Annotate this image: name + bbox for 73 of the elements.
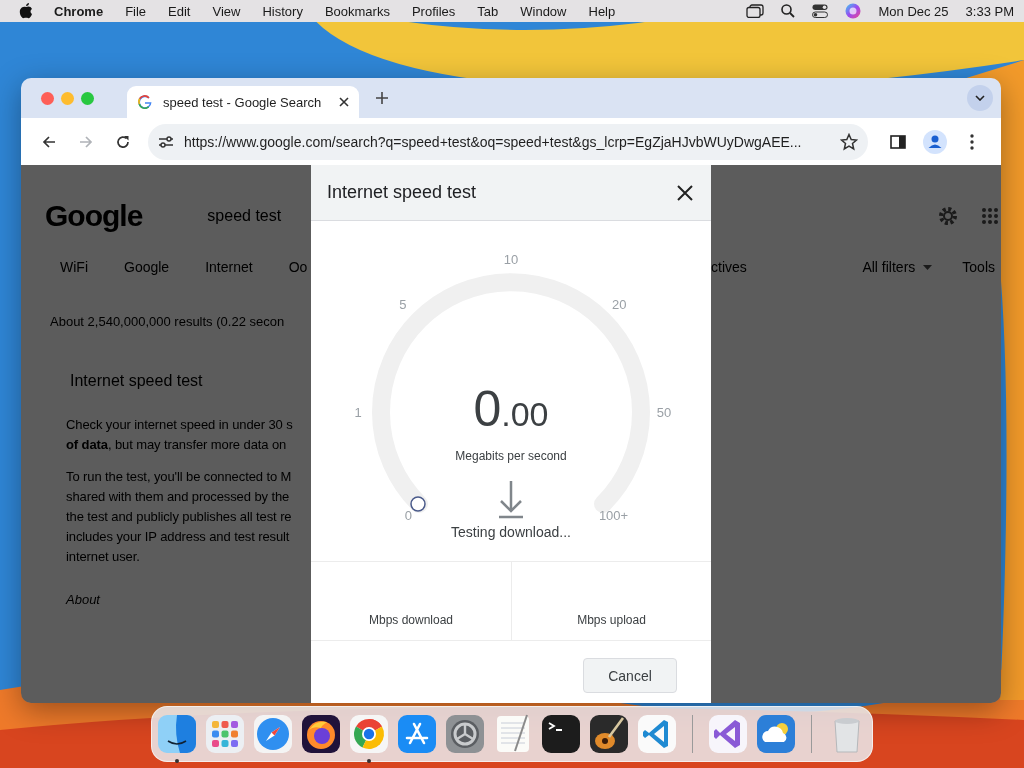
- plus-icon[interactable]: [375, 90, 389, 105]
- paragraph-line: internet user.: [66, 548, 140, 566]
- menu-time[interactable]: 3:33 PM: [965, 3, 1014, 19]
- menu-item[interactable]: Profiles: [411, 3, 456, 19]
- gauge-needle: [410, 496, 426, 512]
- guitar-icon[interactable]: [589, 714, 629, 754]
- menu-date[interactable]: Mon Dec 25: [878, 3, 949, 19]
- gauge-label: 20: [611, 296, 627, 312]
- gauge-label: 10: [503, 252, 519, 267]
- gauge-label: 5: [399, 296, 407, 312]
- app-store-icon[interactable]: [397, 714, 437, 754]
- speed-unit: Megabits per second: [455, 449, 567, 463]
- toggles-icon[interactable]: [812, 4, 829, 18]
- browser-tab[interactable]: speed test - Google Search: [127, 86, 359, 118]
- result-label: Mbps upload: [577, 613, 646, 627]
- menu-item[interactable]: Chrome: [54, 3, 104, 19]
- close-button[interactable]: [675, 182, 695, 203]
- menu-item[interactable]: History: [262, 3, 303, 19]
- gear-icon[interactable]: [445, 714, 485, 754]
- menu-item[interactable]: Help: [588, 3, 616, 19]
- test-status: Testing download...: [451, 524, 571, 540]
- split-square-icon[interactable]: [157, 714, 197, 754]
- paragraph-line: includes your IP address and test result: [66, 528, 290, 546]
- card-title: Internet speed test: [70, 372, 204, 390]
- result-label: Mbps download: [368, 613, 454, 627]
- caret-icon: [975, 95, 985, 101]
- paragraph-line: shared with them and processed by the: [66, 488, 290, 506]
- apps-grid-icon[interactable]: [981, 207, 999, 225]
- app-grid-icon[interactable]: [205, 714, 245, 754]
- speed-value: 0.00: [473, 381, 549, 437]
- menu-item[interactable]: Window: [520, 3, 567, 19]
- menu-item[interactable]: Tab: [477, 3, 499, 19]
- compass-icon[interactable]: [253, 714, 293, 754]
- menu-item[interactable]: Bookmarks: [324, 3, 390, 19]
- profile-icon[interactable]: [923, 129, 947, 154]
- gauge-label: 50: [656, 405, 672, 420]
- download-icon: [497, 479, 525, 519]
- close-icon[interactable]: [339, 97, 349, 107]
- side-panel-icon[interactable]: [890, 134, 906, 149]
- reload-icon[interactable]: [116, 134, 130, 149]
- g-logo-icon: [137, 94, 153, 110]
- paragraph-line: of data, but may transfer more data on: [66, 436, 287, 454]
- dialog-title: Internet speed test: [327, 182, 477, 203]
- infinity-icon[interactable]: [708, 714, 748, 754]
- back-icon[interactable]: [42, 134, 56, 149]
- gauge-label: 100+: [598, 507, 629, 523]
- menu-item[interactable]: File: [125, 3, 147, 19]
- paragraph-line: Check your internet speed in under 30 s: [66, 416, 293, 434]
- menu-icon[interactable]: [970, 133, 974, 150]
- gauge-label: 0: [404, 507, 413, 523]
- orb-icon[interactable]: [845, 3, 862, 19]
- menu-item[interactable]: Edit: [168, 3, 191, 19]
- fox-globe-icon[interactable]: [301, 714, 341, 754]
- code-icon[interactable]: [637, 714, 677, 754]
- paragraph-line: the test and publicly publishes all test re: [66, 508, 292, 526]
- search-icon[interactable]: [781, 4, 796, 18]
- menu-item[interactable]: View: [212, 3, 241, 19]
- tune-icon[interactable]: [158, 134, 174, 149]
- tab-title: speed test - Google Search: [163, 94, 323, 110]
- window-stack-icon[interactable]: [746, 4, 765, 18]
- apple-icon[interactable]: [19, 3, 33, 19]
- result-stats: About 2,540,000,000 results (0.22 secon: [50, 314, 286, 329]
- gauge-label: 1: [354, 405, 362, 420]
- settings-icon[interactable]: [937, 205, 959, 227]
- close-window-button[interactable]: [41, 91, 54, 105]
- paragraph-line: To run the test, you'll be connected to M: [66, 468, 292, 486]
- tab-search-button[interactable]: [967, 85, 993, 111]
- star-icon[interactable]: [840, 132, 858, 151]
- address-bar[interactable]: https://www.google.com/search?q=speed+test&oq=speed+test&gs_lcrp=EgZjaHJvbWUyDwgAEE...: [148, 123, 868, 160]
- cloud-icon[interactable]: [756, 714, 796, 754]
- terminal-icon[interactable]: [541, 714, 581, 754]
- caret-icon: [923, 264, 933, 270]
- cancel-button[interactable]: Cancel: [583, 658, 677, 693]
